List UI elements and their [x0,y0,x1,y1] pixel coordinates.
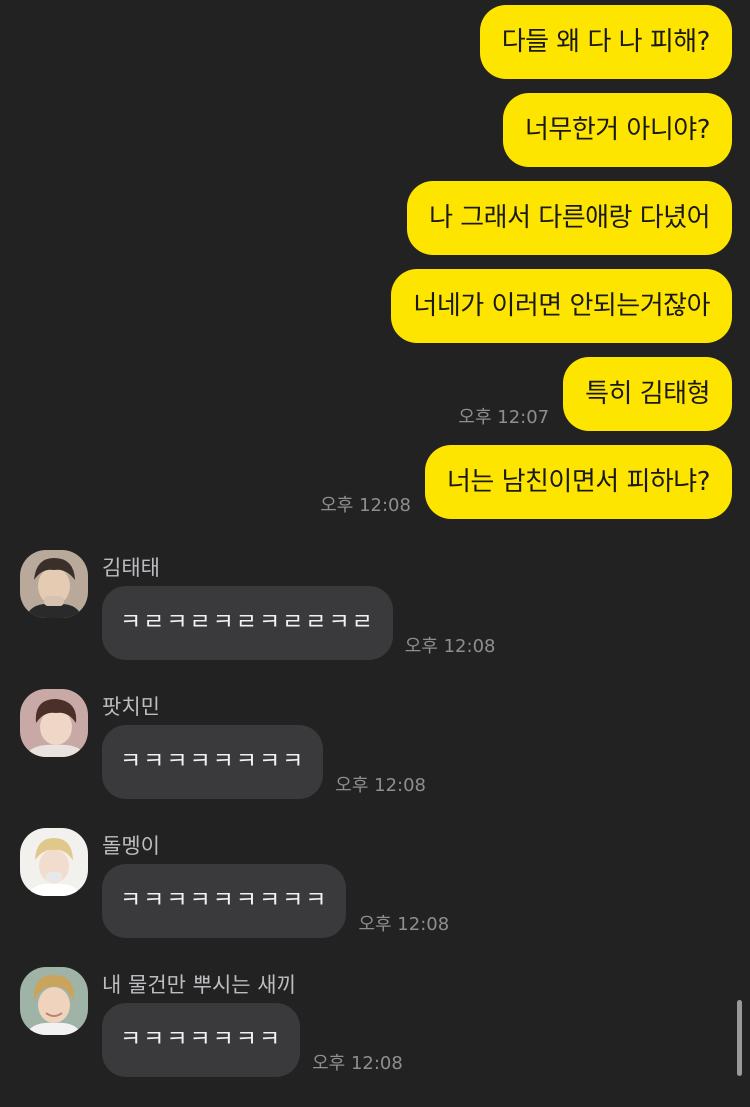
sender-name: 돌멩이 [102,834,160,858]
sender-name: 김태태 [102,556,160,580]
avatar[interactable] [20,967,88,1035]
outgoing-message: 너무한거 아니야? [502,93,732,167]
profile-photo-icon [20,967,88,1035]
message-timestamp: 오후 12:08 [320,495,411,516]
outgoing-message: 너네가 이러면 안되는거잖아 [391,269,732,343]
message-timestamp: 오후 12:07 [458,407,550,428]
message-timestamp: 오후 12:08 [335,775,426,796]
incoming-bubble[interactable]: ㅋㄹㅋㄹㅋㄹㅋㄹㄹㅋㄹ [102,586,393,660]
profile-photo-icon [20,550,88,618]
outgoing-bubble[interactable]: 너네가 이러면 안되는거잖아 [391,269,732,343]
message-row: ㅋㅋㅋㅋㅋㅋㅋㅋㅋ 오후 12:08 [102,864,449,938]
outgoing-bubble[interactable]: 나 그래서 다른애랑 다녔어 [407,181,732,255]
outgoing-message: 오후 12:08 너는 남친이면서 피하냐? [320,445,732,519]
outgoing-message: 나 그래서 다른애랑 다녔어 [407,181,732,255]
incoming-bubble[interactable]: ㅋㅋㅋㅋㅋㅋㅋㅋ [102,725,324,799]
incoming-message: 김태태 ㅋㄹㅋㄹㅋㄹㅋㄹㄹㅋㄹ 오후 12:08 [20,550,750,690]
sender-name: 팟치민 [102,695,160,719]
message-timestamp: 오후 12:08 [404,636,496,657]
outgoing-message: 다들 왜 다 나 피해? [479,5,732,79]
incoming-message: 팟치민 ㅋㅋㅋㅋㅋㅋㅋㅋ 오후 12:08 [20,689,750,829]
scrollbar[interactable] [737,1000,742,1076]
incoming-message: 내 물건만 뿌시는 새끼 ㅋㅋㅋㅋㅋㅋㅋ 오후 12:08 [20,967,750,1107]
profile-photo-icon [20,828,88,896]
profile-photo-icon [20,689,88,757]
outgoing-bubble[interactable]: 특히 김태형 [563,357,732,431]
chat-room: 다들 왜 다 나 피해? 너무한거 아니야? 나 그래서 다른애랑 다녔어 너네… [0,0,750,1098]
incoming-message: 돌멩이 ㅋㅋㅋㅋㅋㅋㅋㅋㅋ 오후 12:08 [20,828,750,968]
outgoing-bubble[interactable]: 너무한거 아니야? [502,93,732,167]
message-row: ㅋㅋㅋㅋㅋㅋㅋ 오후 12:08 [102,1003,403,1077]
outgoing-bubble[interactable]: 너는 남친이면서 피하냐? [424,445,732,519]
message-timestamp: 오후 12:08 [312,1053,403,1074]
incoming-bubble[interactable]: ㅋㅋㅋㅋㅋㅋㅋ [102,1003,301,1077]
outgoing-message: 오후 12:07 특히 김태형 [458,357,732,431]
sender-name: 내 물건만 뿌시는 새끼 [102,973,296,997]
avatar[interactable] [20,828,88,896]
avatar[interactable] [20,689,88,757]
message-row: ㅋㄹㅋㄹㅋㄹㅋㄹㄹㅋㄹ 오후 12:08 [102,586,495,660]
avatar[interactable] [20,550,88,618]
outgoing-bubble[interactable]: 다들 왜 다 나 피해? [479,5,732,79]
message-row: ㅋㅋㅋㅋㅋㅋㅋㅋ 오후 12:08 [102,725,426,799]
message-timestamp: 오후 12:08 [358,914,450,935]
incoming-bubble[interactable]: ㅋㅋㅋㅋㅋㅋㅋㅋㅋ [102,864,347,938]
